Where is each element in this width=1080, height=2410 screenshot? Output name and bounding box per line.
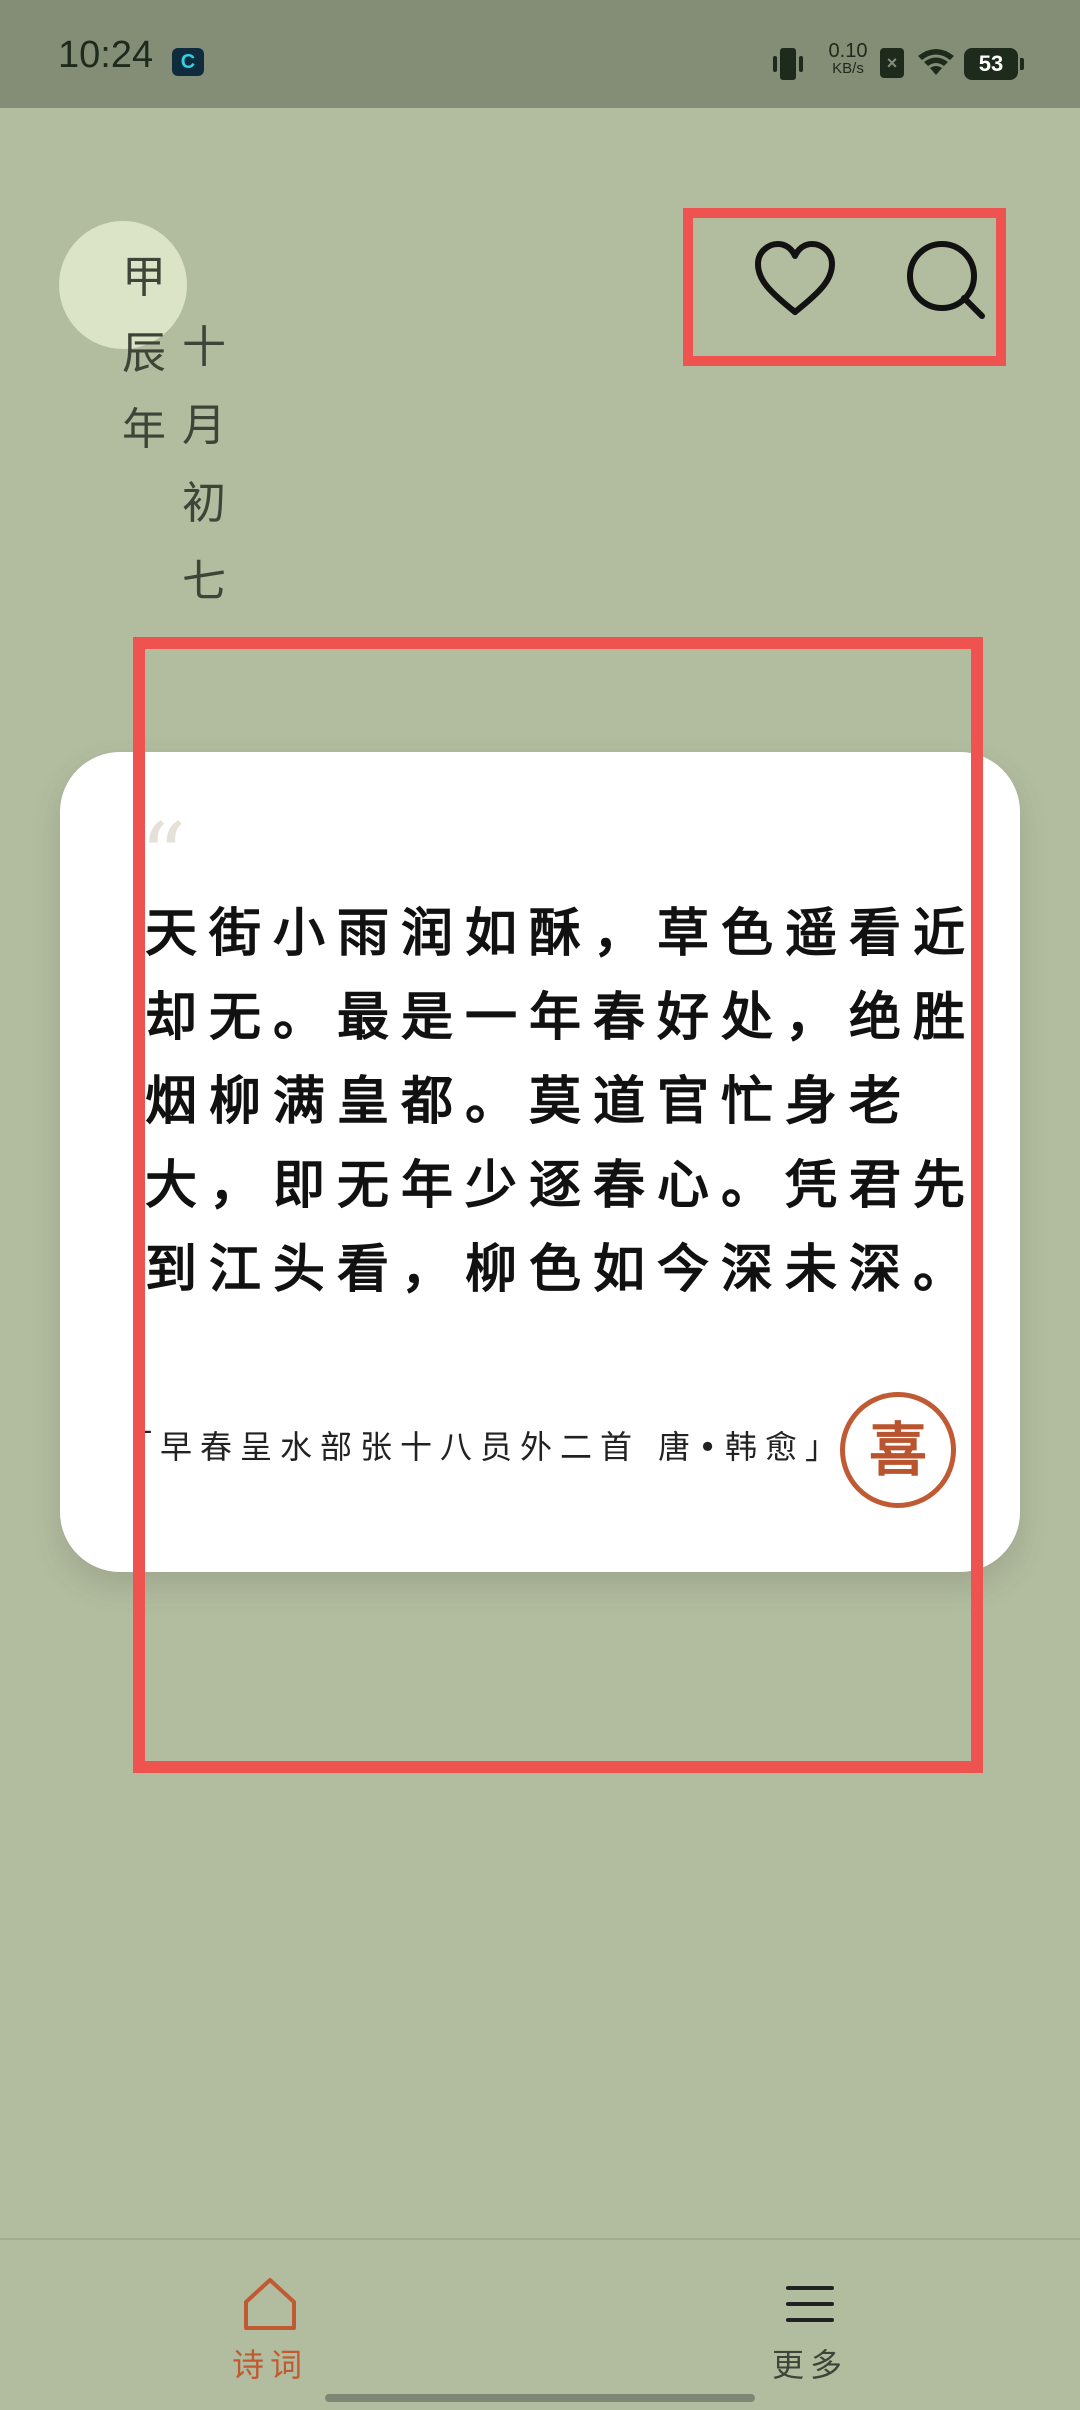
app-notification-icon: C	[172, 48, 204, 76]
sim-icon: ×	[880, 48, 904, 78]
date-year-char: 辰	[122, 328, 166, 379]
network-speed-value: 0.10	[828, 40, 868, 62]
network-speed-unit: KB/s	[832, 60, 864, 77]
quote-mark: “	[140, 804, 187, 909]
nav-label-poems: 诗词	[231, 2346, 308, 2384]
nav-item-more[interactable]: 更多	[730, 2276, 890, 2386]
date-day-char: 十	[182, 322, 226, 373]
network-speed: 0.10 KB/s	[820, 40, 876, 78]
status-bar: 10:24 C 0.10 KB/s × 53	[0, 0, 1080, 108]
poem-source: 「早春呈水部张十八员外二首 唐•韩愈」	[120, 1428, 846, 1466]
search-icon[interactable]	[900, 236, 990, 326]
date-day-char: 月	[182, 400, 226, 451]
heart-icon[interactable]	[750, 236, 840, 326]
menu-icon	[786, 2286, 834, 2322]
date-day-char: 七	[182, 556, 226, 607]
home-icon	[244, 2278, 296, 2330]
nav-label-more: 更多	[771, 2346, 848, 2384]
poem-text: 天街小雨润如酥，草色遥看近却无。最是一年春好处，绝胜烟柳满皇都。莫道官忙身老大，…	[145, 903, 978, 1300]
wifi-icon	[918, 49, 954, 75]
nav-item-poems[interactable]: 诗词	[190, 2276, 350, 2386]
battery-indicator: 53	[964, 48, 1024, 80]
date-year-char: 甲	[122, 252, 166, 303]
date-year-char: 年	[122, 404, 166, 455]
vibrate-icon	[773, 48, 803, 80]
date-day-char: 初	[182, 478, 226, 529]
home-indicator[interactable]	[325, 2394, 755, 2402]
poem-card[interactable]: “ 天街小雨润如酥，草色遥看近却无。最是一年春好处，绝胜烟柳满皇都。莫道官忙身老…	[60, 752, 1020, 1572]
like-stamp-button[interactable]: 喜	[840, 1392, 956, 1508]
status-time: 10:24	[58, 34, 154, 76]
bottom-nav: 诗词 更多	[0, 2238, 1080, 2410]
